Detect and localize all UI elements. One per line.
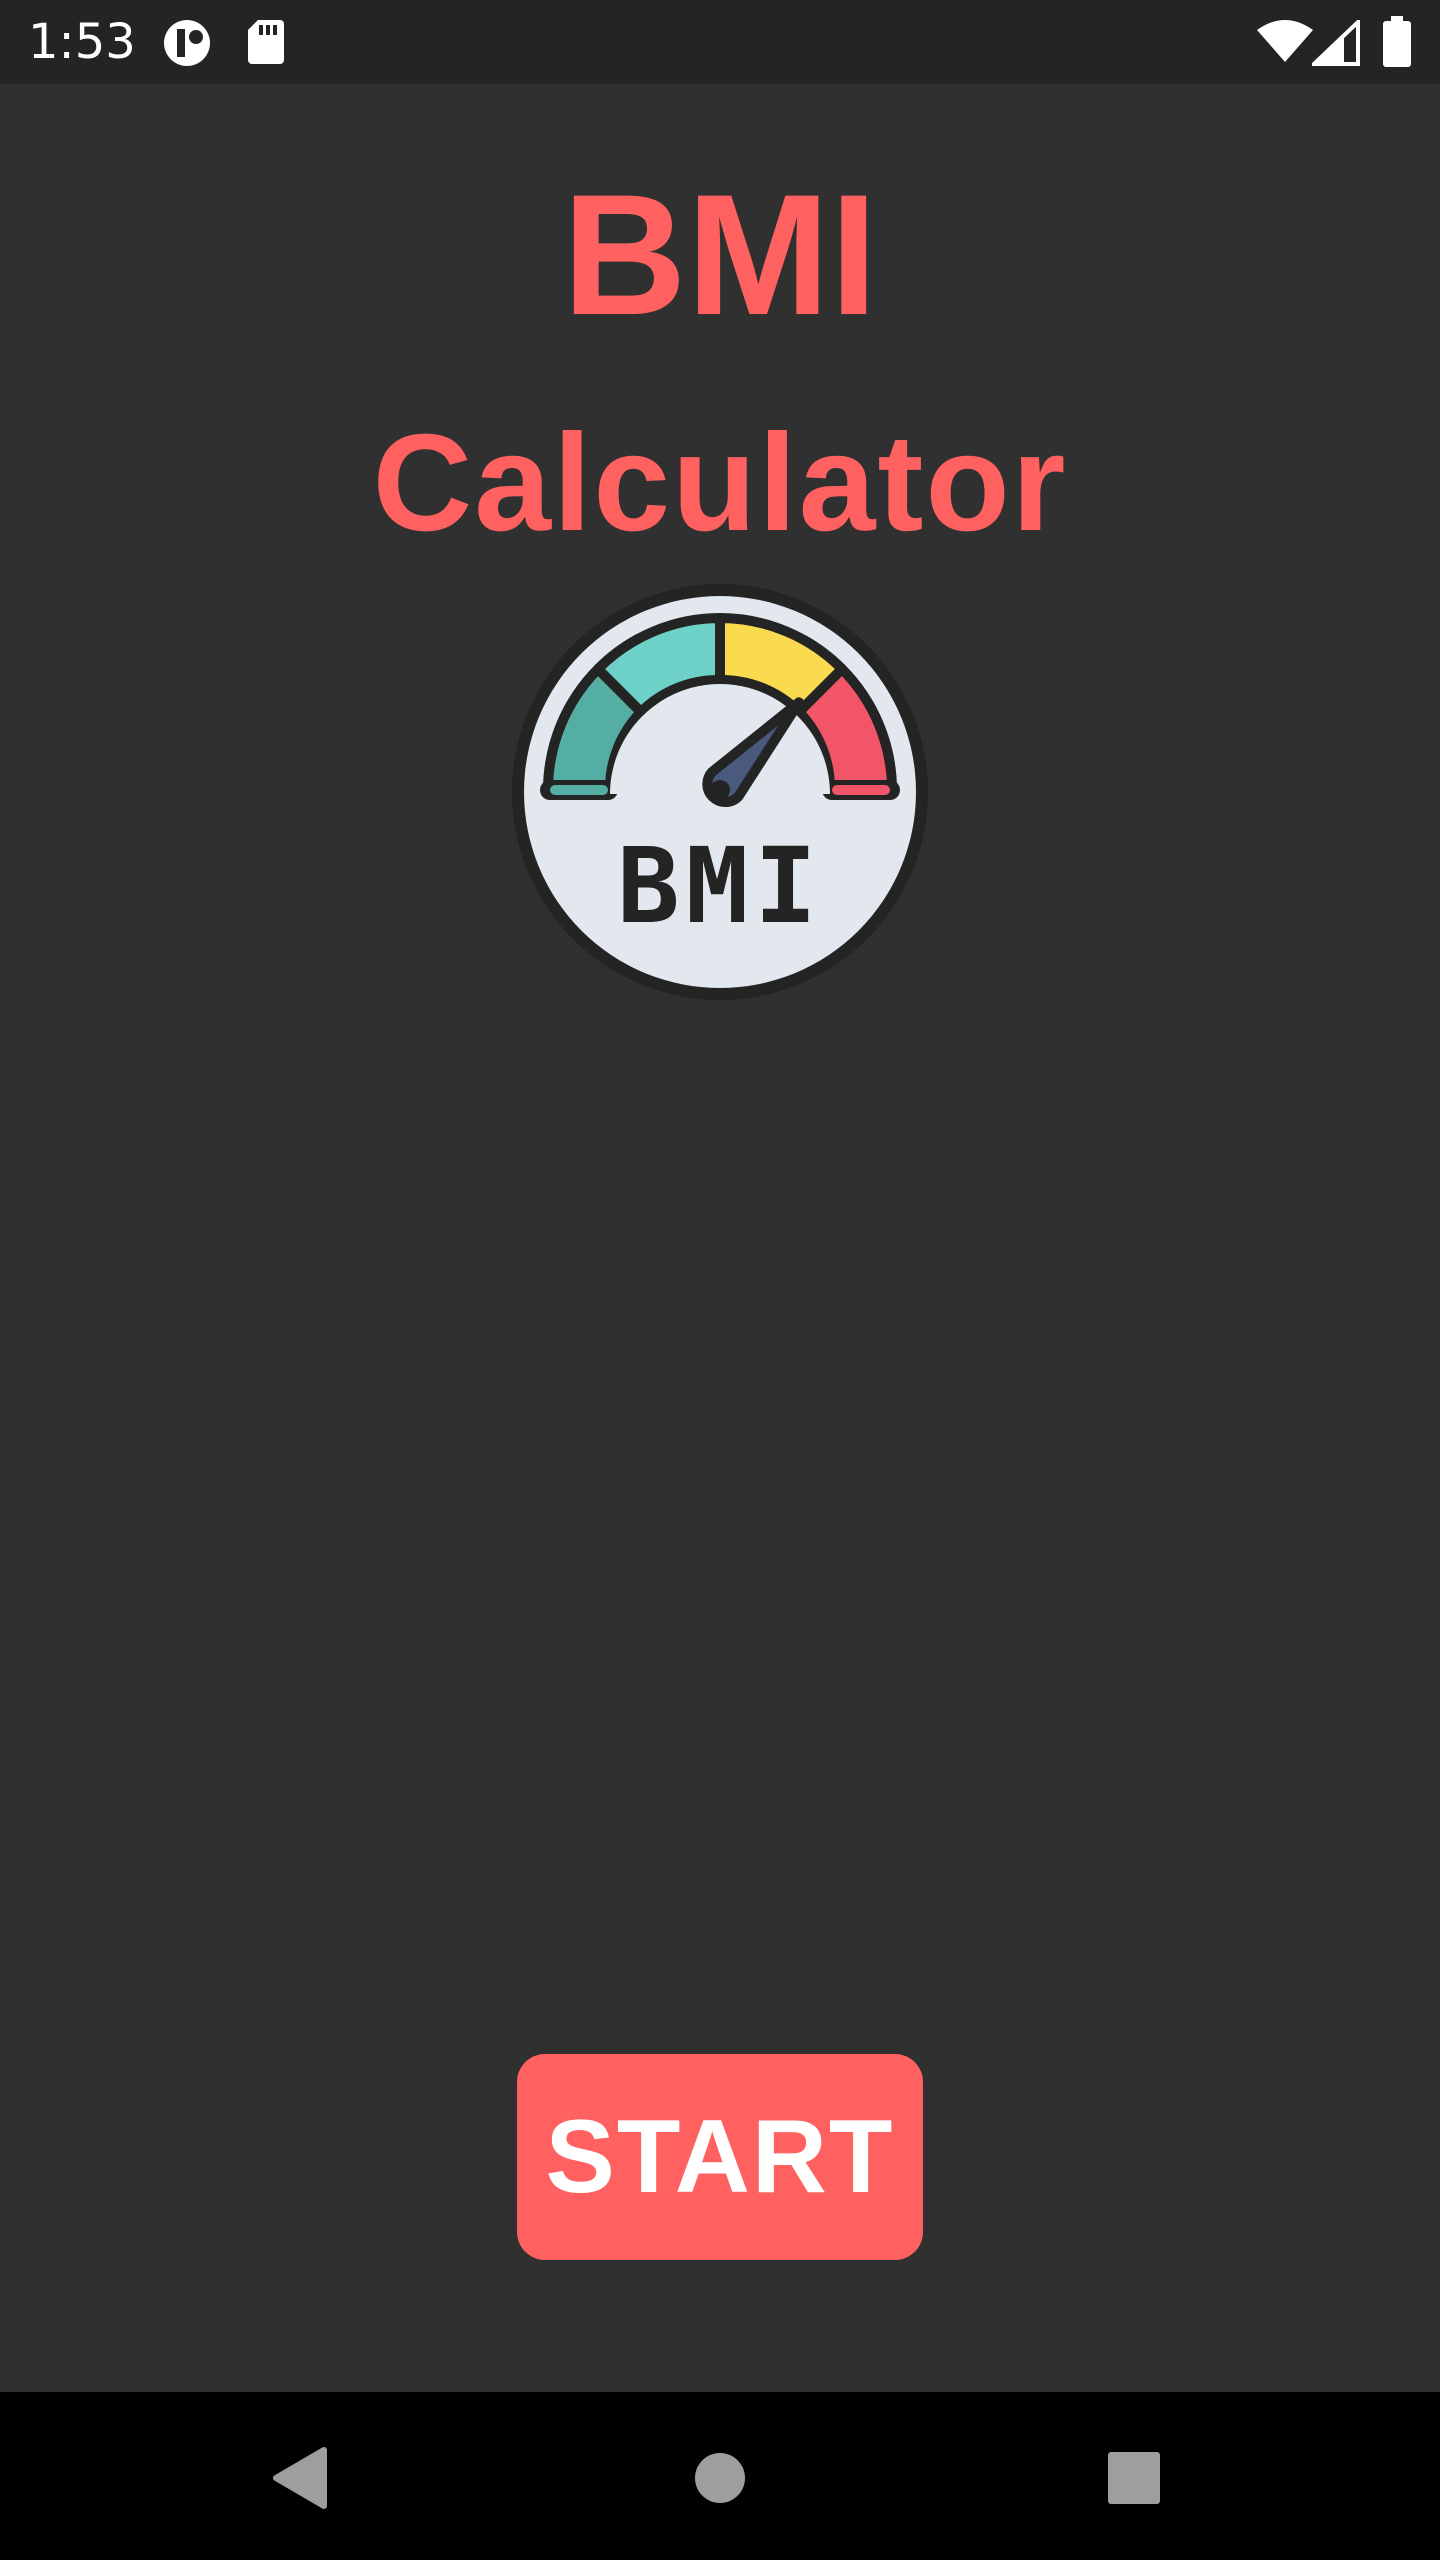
status-time: 1:53 [28, 14, 136, 70]
back-icon [270, 2446, 330, 2515]
wifi-icon [1256, 20, 1314, 69]
start-button[interactable]: START [517, 2054, 923, 2260]
recents-button[interactable] [1086, 2432, 1182, 2528]
data-saver-icon [162, 18, 216, 73]
app-title: BMI [562, 159, 878, 351]
navigation-bar [0, 2392, 1440, 2560]
home-icon [694, 2452, 746, 2509]
sd-card-icon [246, 18, 286, 71]
gauge-label: BMI [617, 825, 823, 947]
status-bar: 1:53 [0, 0, 1440, 84]
app-subtitle: Calculator [372, 406, 1068, 560]
cell-signal-icon [1309, 17, 1360, 71]
battery-icon [1382, 16, 1412, 73]
bmi-gauge-icon: BMI [510, 582, 930, 1002]
home-button[interactable] [672, 2432, 768, 2528]
recents-icon [1107, 2451, 1161, 2510]
back-button[interactable] [252, 2432, 348, 2528]
